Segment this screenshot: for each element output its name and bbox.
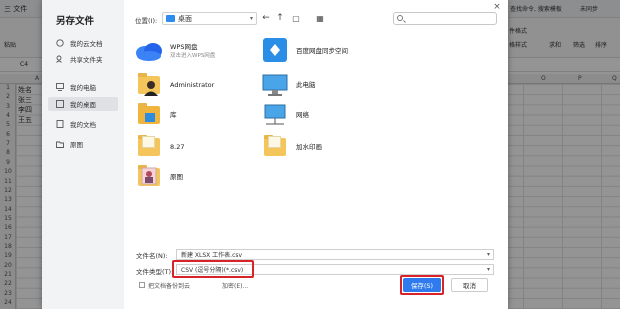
dialog-title: 另存文件	[56, 16, 95, 27]
up-folder-button[interactable]: ↑	[274, 12, 286, 25]
image-folder-icon	[134, 162, 164, 192]
share-folder-icon	[56, 55, 64, 63]
folder-icon	[260, 132, 290, 162]
filename-label: 文件名(N):	[136, 252, 168, 260]
sidebar-item-label: 我的电脑	[70, 84, 96, 92]
this-pc-icon	[260, 70, 290, 100]
location-label: 位置(I):	[135, 17, 158, 25]
location-dropdown[interactable]: 桌面 ▾	[162, 12, 257, 25]
file-item-library[interactable]: 库	[134, 100, 177, 130]
file-item-administrator[interactable]: Administrator	[134, 70, 214, 100]
sidebar-item-label: 我的云文档	[70, 40, 103, 48]
search-input[interactable]	[393, 12, 497, 25]
folder-icon	[166, 15, 175, 22]
file-name: 百度网盘同步空间	[296, 46, 348, 55]
sidebar-item-original-images[interactable]: 原图	[48, 137, 118, 151]
dialog-sidebar: 另存文件 我的云文档 共享文件夹 我的电脑 我的桌面 我的文档 原图	[42, 0, 124, 309]
file-name: 8.27	[170, 142, 185, 151]
folder-icon	[134, 132, 164, 162]
sidebar-item-shared-folder[interactable]: 共享文件夹	[48, 52, 118, 66]
sidebar-item-my-desktop[interactable]: 我的桌面	[48, 97, 118, 111]
sidebar-item-my-documents[interactable]: 我的文档	[48, 117, 118, 131]
filename-value: 新建 XLSX 工作表.csv	[181, 252, 243, 259]
file-name: 网络	[296, 110, 309, 119]
file-name: 库	[170, 110, 177, 119]
sidebar-item-label: 我的桌面	[70, 101, 96, 109]
sidebar-item-label: 原图	[70, 141, 83, 149]
computer-icon	[56, 83, 64, 91]
document-icon	[56, 120, 64, 128]
file-name: 原图	[170, 172, 183, 181]
filename-input[interactable]: 新建 XLSX 工作表.csv ▾	[176, 249, 494, 260]
network-icon	[260, 100, 290, 130]
file-item-wps-cloud[interactable]: WPS网盘 双击进入WPS网盘	[134, 36, 215, 66]
cloud-icon	[56, 39, 64, 47]
sidebar-item-label: 共享文件夹	[70, 56, 103, 64]
file-subtitle: 双击进入WPS网盘	[170, 52, 216, 59]
save-button[interactable]: 保存(S)	[403, 278, 441, 292]
file-item-8-27[interactable]: 8.27	[134, 132, 184, 162]
chevron-down-icon: ▾	[486, 251, 490, 258]
backup-label: 把文档备份到云	[148, 283, 191, 290]
filetype-highlight-box	[172, 260, 254, 278]
file-item-watermark[interactable]: 加水印画	[260, 132, 322, 162]
file-item-this-pc[interactable]: 此电脑	[260, 70, 316, 100]
sidebar-item-my-computer[interactable]: 我的电脑	[48, 80, 118, 94]
chevron-down-icon: ▾	[249, 15, 253, 22]
back-button[interactable]: ←	[260, 12, 272, 25]
folder-icon	[56, 140, 64, 148]
file-name: Administrator	[170, 80, 215, 89]
search-icon	[397, 15, 403, 21]
close-button[interactable]: ×	[492, 2, 502, 12]
wps-cloud-icon	[134, 36, 164, 66]
file-item-network[interactable]: 网络	[260, 100, 309, 130]
view-mode-button[interactable]: ▦	[314, 12, 326, 25]
location-value: 桌面	[178, 14, 192, 23]
sidebar-item-label: 我的文档	[70, 121, 96, 129]
user-folder-icon	[134, 70, 164, 100]
desktop-icon	[56, 100, 64, 108]
baidu-netdisk-icon	[260, 36, 290, 66]
new-folder-button[interactable]: ▢	[290, 12, 302, 25]
save-as-dialog: 另存文件 我的云文档 共享文件夹 我的电脑 我的桌面 我的文档 原图 × 位置(…	[42, 0, 508, 309]
filetype-label: 文件类型(T):	[136, 268, 174, 276]
cancel-button[interactable]: 取消	[451, 278, 488, 292]
file-name: WPS网盘	[170, 42, 198, 51]
sidebar-item-cloud-docs[interactable]: 我的云文档	[48, 36, 118, 50]
backup-checkbox[interactable]	[139, 282, 145, 288]
file-name: 此电脑	[296, 80, 316, 89]
chevron-down-icon: ▾	[486, 266, 490, 273]
file-item-baidu-netdisk[interactable]: 百度网盘同步空间	[260, 36, 348, 66]
encrypt-button[interactable]: 加密(E)...	[222, 281, 248, 290]
file-name: 加水印画	[296, 142, 322, 151]
file-item-original-images[interactable]: 原图	[134, 162, 183, 192]
library-icon	[134, 100, 164, 130]
